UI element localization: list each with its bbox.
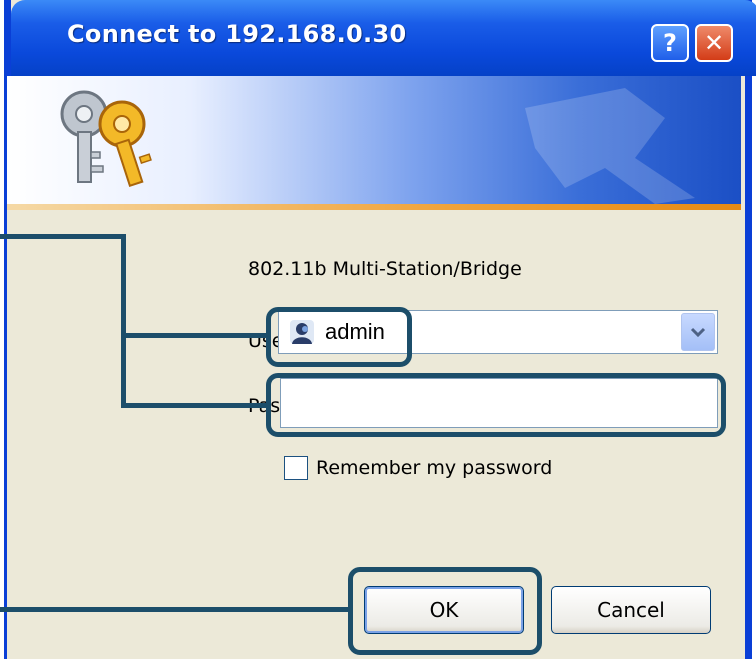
remember-password-label[interactable]: Remember my password xyxy=(316,457,552,479)
keys-icon xyxy=(50,82,160,196)
keys-watermark-icon xyxy=(505,78,735,212)
user-name-callout xyxy=(266,307,412,367)
login-dialog-screenshot: Connect to 192.168.0.30 ? ✕ 802.11b Mult… xyxy=(0,0,756,659)
callout-connector-ok xyxy=(0,607,350,612)
close-button[interactable]: ✕ xyxy=(695,24,733,62)
remember-password-checkbox[interactable] xyxy=(284,456,308,480)
dropdown-button[interactable] xyxy=(681,313,715,351)
callout-connector-password xyxy=(126,403,268,408)
chevron-down-icon xyxy=(690,327,706,338)
callout-connector-user xyxy=(126,333,268,338)
callout-connector-top xyxy=(0,234,126,239)
server-description: 802.11b Multi-Station/Bridge xyxy=(248,258,522,280)
window-title: Connect to 192.168.0.30 xyxy=(67,20,407,48)
help-button[interactable]: ? xyxy=(651,24,689,62)
cancel-button-label: Cancel xyxy=(597,598,665,622)
title-bar[interactable]: Connect to 192.168.0.30 ? ✕ xyxy=(11,0,756,76)
help-icon: ? xyxy=(663,29,677,57)
cancel-button[interactable]: Cancel xyxy=(551,586,711,634)
close-icon: ✕ xyxy=(703,29,725,57)
ok-callout xyxy=(348,567,542,655)
callout-connector-vertical xyxy=(121,234,126,408)
password-callout xyxy=(266,373,726,437)
